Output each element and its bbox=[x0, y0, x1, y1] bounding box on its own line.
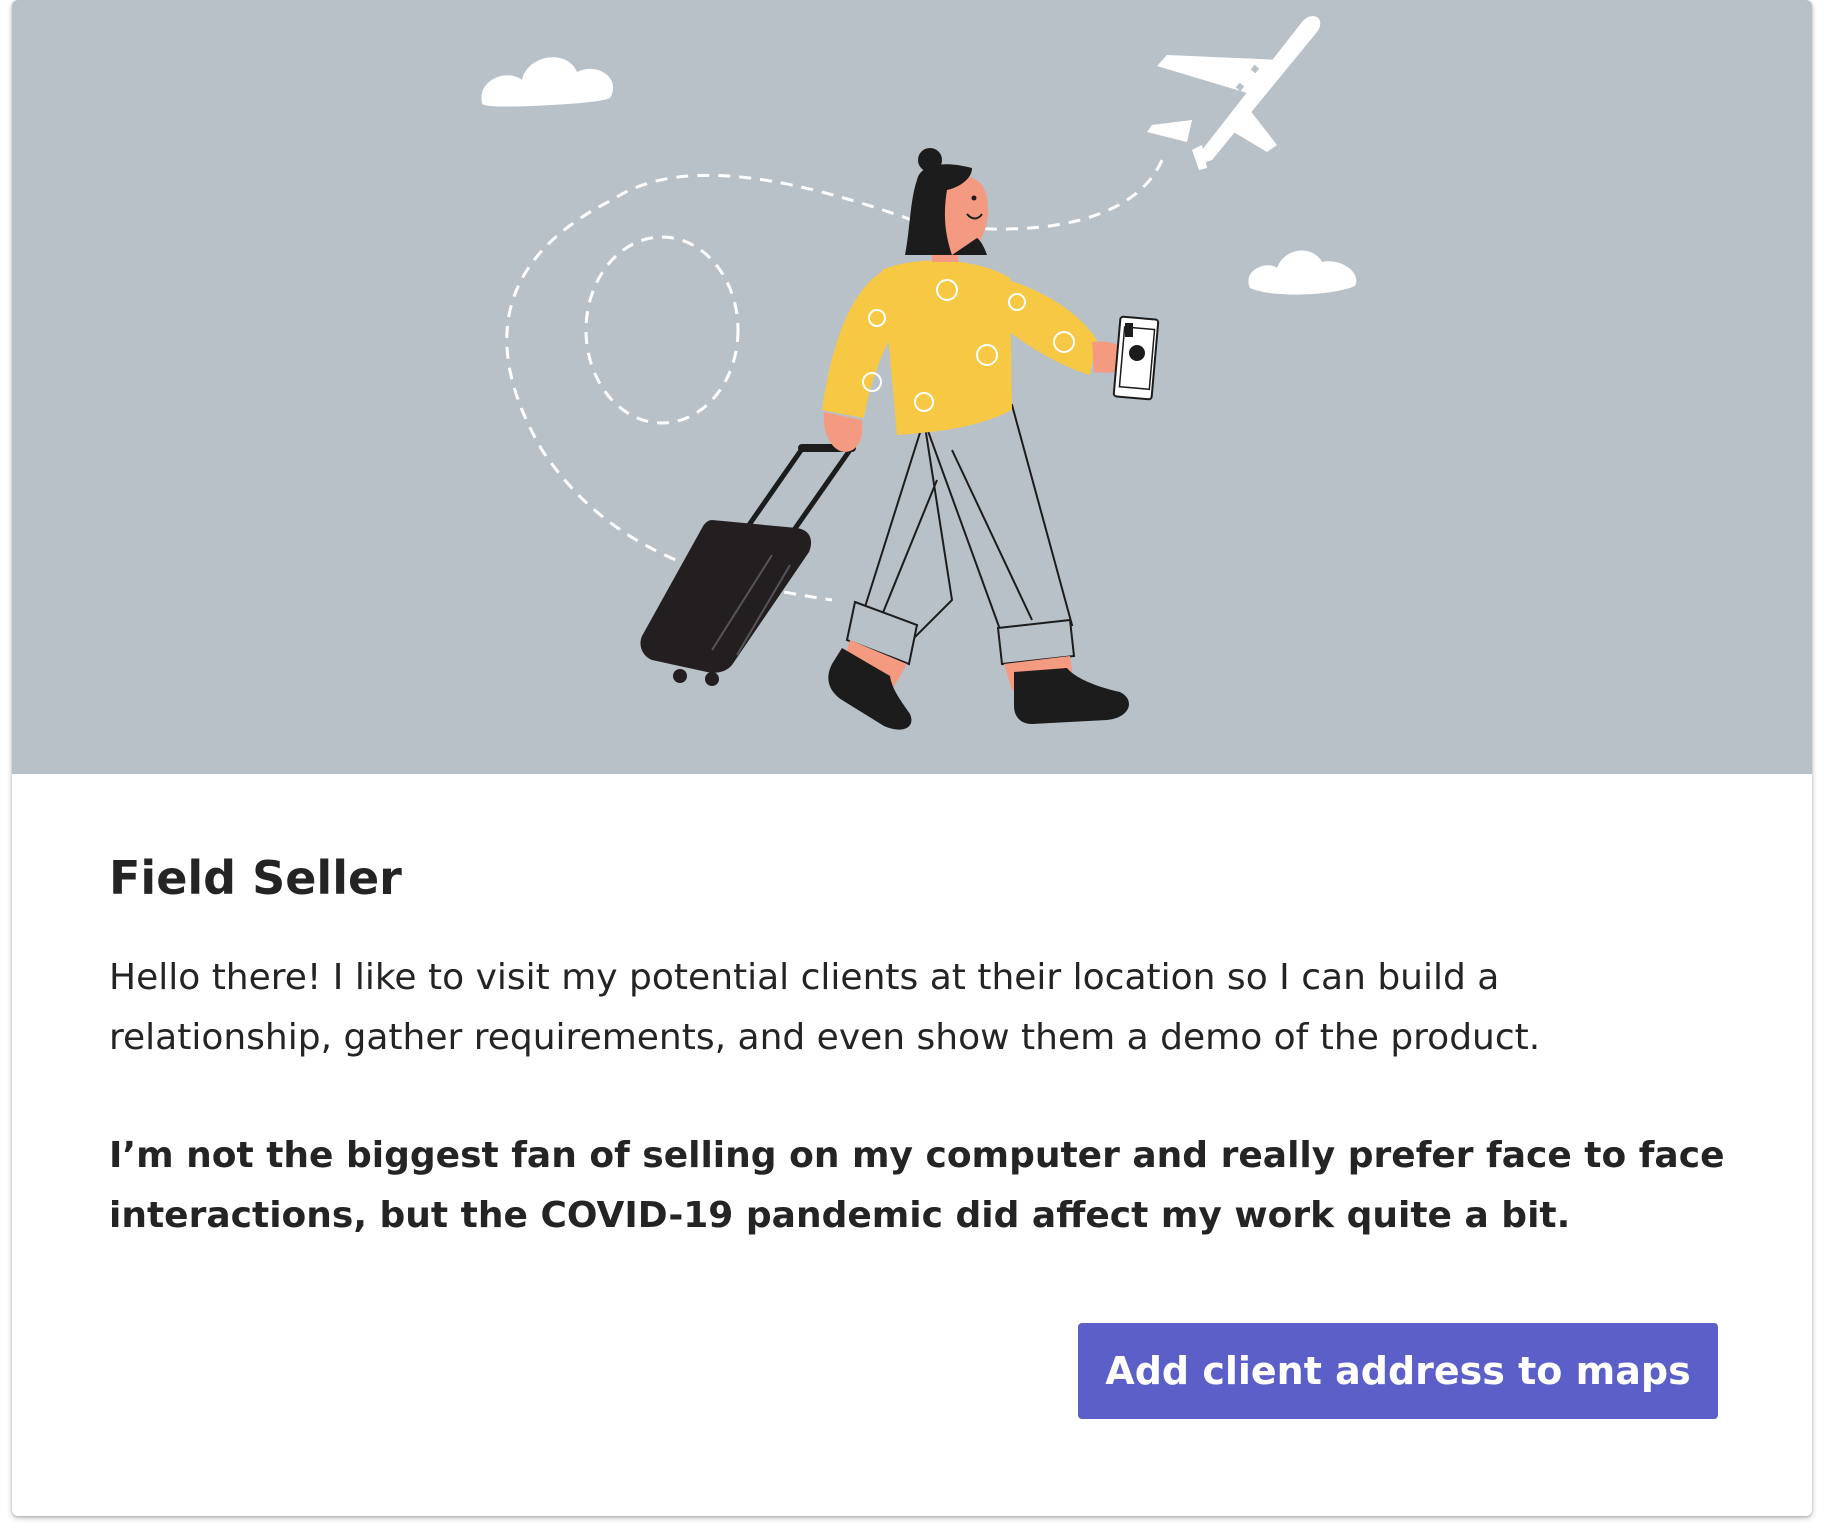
card-content: Field Seller Hello there! I like to visi… bbox=[109, 850, 1729, 1246]
card-title: Field Seller bbox=[109, 851, 402, 905]
card-description: Hello there! I like to visit my potentia… bbox=[109, 957, 1541, 1058]
persona-card: Field Seller Hello there! I like to visi… bbox=[12, 0, 1812, 1516]
hero-illustration bbox=[12, 0, 1812, 774]
cloud-icon bbox=[481, 57, 614, 107]
passport-icon bbox=[1112, 315, 1160, 401]
traveler-illustration bbox=[481, 16, 1357, 730]
cloud-icon bbox=[1248, 250, 1357, 295]
airplane-icon bbox=[1147, 16, 1321, 170]
add-client-address-button[interactable]: Add client address to maps bbox=[1078, 1323, 1718, 1419]
dashed-loop bbox=[584, 235, 740, 425]
traveler-figure bbox=[822, 148, 1160, 730]
card-description-bold: I’m not the biggest fan of selling on my… bbox=[109, 1135, 1725, 1236]
suitcase-icon bbox=[640, 444, 856, 686]
